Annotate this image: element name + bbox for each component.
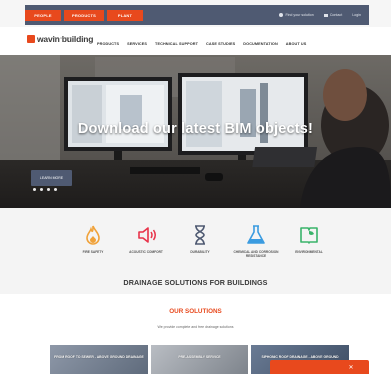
- find-solution-label: Find your solution: [285, 13, 314, 17]
- carousel-dot-4[interactable]: [54, 188, 57, 191]
- solution-card-roof-to-sewer[interactable]: FROM ROOF TO SEWER - ABOVE GROUND DRAINA…: [50, 345, 148, 374]
- top-bar: PEOPLE PRODUCTS PLANT Find your solution…: [0, 0, 391, 27]
- tab-products[interactable]: PRODUCTS: [64, 10, 104, 21]
- feature-label: DURABILITY: [190, 250, 210, 254]
- login-link[interactable]: Login: [352, 13, 361, 17]
- feature-label: ACOUSTIC COMFORT: [129, 250, 163, 254]
- nav-item-services[interactable]: SERVICES: [127, 42, 147, 46]
- carousel-dot-1[interactable]: [33, 188, 36, 191]
- tab-plant[interactable]: PLANT: [107, 10, 143, 21]
- feature-fire-safety[interactable]: FIRE SAFETY: [63, 224, 123, 254]
- hourglass-icon: [195, 225, 205, 245]
- hero-learn-more-button[interactable]: LEARN MORE: [31, 170, 72, 186]
- login-label: Login: [352, 13, 361, 17]
- solution-card-label: SIPHONIC ROOF DRAINAGE - ABOVE GROUND: [261, 355, 339, 359]
- nav-item-about-us[interactable]: ABOUT US: [286, 42, 307, 46]
- tab-people[interactable]: PEOPLE: [25, 10, 61, 21]
- carousel-dot-2[interactable]: [40, 188, 43, 191]
- feature-label: FIRE SAFETY: [82, 250, 104, 254]
- find-solution-link[interactable]: Find your solution: [279, 13, 314, 17]
- mail-icon: [323, 13, 328, 17]
- top-links: Find your solution Contact Login: [279, 13, 361, 17]
- carousel-dots: [33, 188, 57, 191]
- carousel-dot-3[interactable]: [47, 188, 50, 191]
- feature-environmental[interactable]: ENVIRONMENTAL: [279, 224, 339, 254]
- contact-link[interactable]: Contact: [323, 13, 343, 17]
- solutions-title: OUR SOLUTIONS: [169, 308, 222, 315]
- drainage-section-title: DRAINAGE SOLUTIONS FOR BUILDINGS: [123, 278, 268, 287]
- main-nav: wavin building SOLUTIONS PRODUCTS SERVIC…: [0, 27, 391, 57]
- feature-acoustic-comfort[interactable]: ACOUSTIC COMFORT: [116, 224, 176, 254]
- solution-card-label: FROM ROOF TO SEWER - ABOVE GROUND DRAINA…: [54, 355, 144, 359]
- location-pin-icon: [279, 13, 284, 17]
- hero-banner: Download our latest BIM objects! LEARN M…: [0, 55, 391, 208]
- acoustic-icon: [138, 227, 156, 243]
- nav-item-case-studies[interactable]: CASE STUDIES: [206, 42, 235, 46]
- fire-icon: [86, 225, 100, 245]
- audience-tabs: PEOPLE PRODUCTS PLANT: [25, 10, 143, 21]
- close-icon[interactable]: ✕: [345, 364, 357, 374]
- nav-item-products[interactable]: PRODUCTS: [97, 42, 119, 46]
- logo-subtitle: SOLUTIONS: [54, 36, 72, 40]
- nav-item-technical-support[interactable]: TECHNICAL SUPPORT: [155, 42, 198, 46]
- feature-label: ENVIRONMENTAL: [295, 250, 323, 254]
- top-bar-inner: PEOPLE PRODUCTS PLANT Find your solution…: [25, 5, 369, 25]
- nav-menu: PRODUCTS SERVICES TECHNICAL SUPPORT CASE…: [97, 42, 306, 46]
- feature-chemical-resistance[interactable]: CHEMICAL AND CORROSION RESISTANCE: [226, 224, 286, 258]
- features-section: FIRE SAFETY ACOUSTIC COMFORT DURABILITY …: [0, 208, 391, 294]
- solutions-subtitle: We provide complete and free drainage so…: [157, 325, 234, 329]
- flask-icon: [247, 225, 265, 244]
- feature-label: CHEMICAL AND CORROSION RESISTANCE: [233, 250, 279, 259]
- hero-title: Download our latest BIM objects!: [77, 121, 314, 137]
- solution-card-pre-assembly[interactable]: PRE-ASSEMBLY SERVICE: [151, 345, 248, 374]
- nav-item-documentation[interactable]: DOCUMENTATION: [243, 42, 277, 46]
- feature-durability[interactable]: DURABILITY: [170, 224, 230, 254]
- solution-card-label: PRE-ASSEMBLY SERVICE: [178, 355, 221, 359]
- logo-mark-icon: [27, 35, 35, 43]
- contact-label: Contact: [329, 13, 343, 17]
- leaf-book-icon: [300, 227, 318, 244]
